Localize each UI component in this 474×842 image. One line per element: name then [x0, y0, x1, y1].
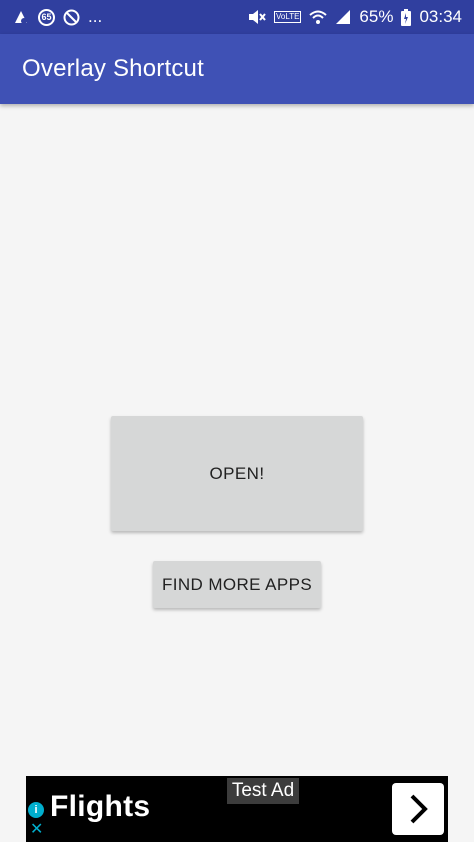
ad-headline: Flights: [50, 790, 151, 823]
ad-info-icon[interactable]: i: [28, 802, 44, 818]
app-notification-icon: [12, 8, 30, 26]
app-bar: Overlay Shortcut: [0, 34, 474, 104]
wifi-icon: [309, 9, 328, 25]
volte-icon: VoLTE: [274, 11, 302, 23]
app-title: Overlay Shortcut: [22, 55, 204, 82]
status-right: VoLTE 65% 03:34: [248, 7, 462, 27]
status-bar: 65 ... VoLTE 65% 03:34: [0, 0, 474, 34]
battery-icon: [401, 8, 412, 26]
do-not-disturb-icon: [63, 9, 80, 26]
badge-65-icon: 65: [38, 8, 55, 26]
chevron-right-icon: [410, 794, 428, 824]
open-button[interactable]: OPEN!: [111, 416, 363, 531]
mute-icon: [248, 9, 266, 25]
status-left: 65 ...: [12, 7, 102, 27]
ad-test-label: Test Ad: [227, 778, 299, 804]
clock: 03:34: [419, 7, 462, 26]
ad-banner[interactable]: i ✕ Flights Test Ad: [26, 776, 448, 842]
more-notifications: ...: [88, 7, 103, 26]
signal-icon: [335, 9, 351, 25]
battery-percent: 65%: [359, 7, 394, 26]
ad-open-button[interactable]: [392, 783, 444, 835]
find-more-apps-button[interactable]: FIND MORE APPS: [153, 561, 321, 608]
ad-close-icon[interactable]: ✕: [30, 822, 43, 838]
